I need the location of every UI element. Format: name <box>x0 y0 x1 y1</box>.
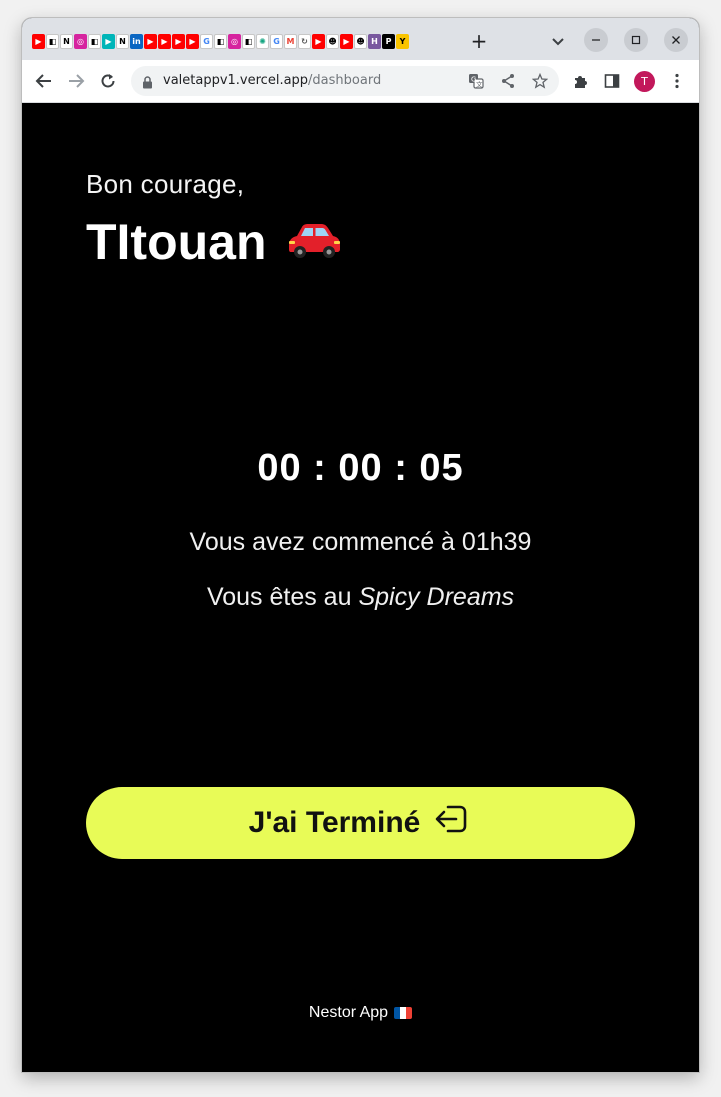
google-favicon-icon[interactable]: G <box>270 34 283 49</box>
person-favicon-icon[interactable]: ☻ <box>354 34 367 49</box>
username-text: TItouan <box>86 214 267 270</box>
tab-search-icon[interactable] <box>548 31 568 51</box>
instagram-favicon-icon[interactable]: ◎ <box>228 34 241 49</box>
finish-shift-button[interactable]: J'ai Terminé <box>86 787 635 859</box>
capcut-favicon-icon[interactable]: ◧ <box>242 34 255 49</box>
lock-icon[interactable] <box>142 74 153 93</box>
footer: Nestor App <box>22 1004 699 1022</box>
minimize-button[interactable] <box>584 28 608 52</box>
location-name: Spicy Dreams <box>358 583 515 611</box>
new-tab-button[interactable]: + <box>468 30 490 52</box>
p-favicon-icon[interactable]: P <box>382 34 395 49</box>
location-text: Vous êtes au Spicy Dreams <box>22 583 699 612</box>
profile-avatar[interactable]: T <box>634 71 655 92</box>
youtube-favicon-icon[interactable]: ▶ <box>32 34 45 49</box>
location-prefix: Vous êtes au <box>206 583 359 611</box>
notion-favicon-icon[interactable]: N <box>60 34 73 49</box>
url-text: valetappv1.vercel.app/dashboard <box>163 73 382 88</box>
username-heading: TItouan <box>86 213 343 271</box>
greeting-text: Bon courage, <box>86 169 245 199</box>
youtube-favicon-icon[interactable]: ▶ <box>172 34 185 49</box>
dashboard-page: Bon courage, TItouan 00 : 00 : 05 Vous a… <box>22 103 699 1072</box>
forward-button[interactable] <box>64 69 88 93</box>
notion-favicon-icon[interactable]: N <box>116 34 129 49</box>
chatgpt-favicon-icon[interactable]: ✺ <box>256 34 269 49</box>
finish-shift-label: J'ai Terminé <box>248 806 421 839</box>
linkedin-favicon-icon[interactable]: in <box>130 34 143 49</box>
youtube-favicon-icon[interactable]: ▶ <box>186 34 199 49</box>
side-panel-icon[interactable] <box>602 71 622 91</box>
france-flag-icon <box>394 1007 413 1019</box>
car-icon <box>283 213 343 271</box>
start-time-text: Vous avez commencé à 01h39 <box>189 528 532 556</box>
gmail-favicon-icon[interactable]: M <box>284 34 297 49</box>
browser-toolbar: valetappv1.vercel.app/dashboard G文 T <box>22 60 699 103</box>
youtube-favicon-icon[interactable]: ▶ <box>158 34 171 49</box>
logout-icon <box>420 799 472 847</box>
instagram-favicon-icon[interactable]: ◎ <box>74 34 87 49</box>
pinned-tabs: ▶ ◧ N ◎ ◧ ▶ Nin ▶ ▶ ▶ ▶ G ◧ ◎ ◧ ✺ G M ↻ ▶ ☻ ▶ ☻ H P Y <box>32 34 409 49</box>
more-menu-icon[interactable] <box>667 71 687 91</box>
svg-text:文: 文 <box>476 80 483 89</box>
address-bar[interactable]: valetappv1.vercel.app/dashboard G文 <box>131 66 559 96</box>
yc-favicon-icon[interactable]: Y <box>396 34 409 49</box>
reload-button[interactable] <box>96 69 120 93</box>
capcut-favicon-icon[interactable]: ◧ <box>46 34 59 49</box>
play-favicon-icon[interactable]: ▶ <box>102 34 115 49</box>
capcut-favicon-icon[interactable]: ◧ <box>88 34 101 49</box>
google-favicon-icon[interactable]: G <box>200 34 213 49</box>
back-button[interactable] <box>32 69 56 93</box>
translate-icon[interactable]: G文 <box>468 73 484 89</box>
maximize-button[interactable] <box>624 28 648 52</box>
footer-text: Nestor App <box>308 1004 389 1021</box>
heroku-favicon-icon[interactable]: H <box>368 34 381 49</box>
close-window-button[interactable] <box>664 28 688 52</box>
capcut-favicon-icon[interactable]: ◧ <box>214 34 227 49</box>
browser-window: ▶ ◧ N ◎ ◧ ▶ Nin ▶ ▶ ▶ ▶ G ◧ ◎ ◧ ✺ G M ↻ ▶ ☻ ▶ ☻ H P Y + v <box>22 18 699 1072</box>
person-favicon-icon[interactable]: ☻ <box>326 34 339 49</box>
youtube-favicon-icon[interactable]: ▶ <box>340 34 353 49</box>
bookmark-star-icon[interactable] <box>532 73 548 89</box>
elapsed-timer: 00 : 00 : 05 <box>257 447 464 489</box>
share-icon[interactable] <box>500 73 516 89</box>
sync-favicon-icon[interactable]: ↻ <box>298 34 311 49</box>
youtube-favicon-icon[interactable]: ▶ <box>312 34 325 49</box>
extensions-icon[interactable] <box>570 71 590 91</box>
tab-strip: ▶ ◧ N ◎ ◧ ▶ Nin ▶ ▶ ▶ ▶ G ◧ ◎ ◧ ✺ G M ↻ ▶ ☻ ▶ ☻ H P Y + <box>22 18 699 60</box>
youtube-favicon-icon[interactable]: ▶ <box>144 34 157 49</box>
